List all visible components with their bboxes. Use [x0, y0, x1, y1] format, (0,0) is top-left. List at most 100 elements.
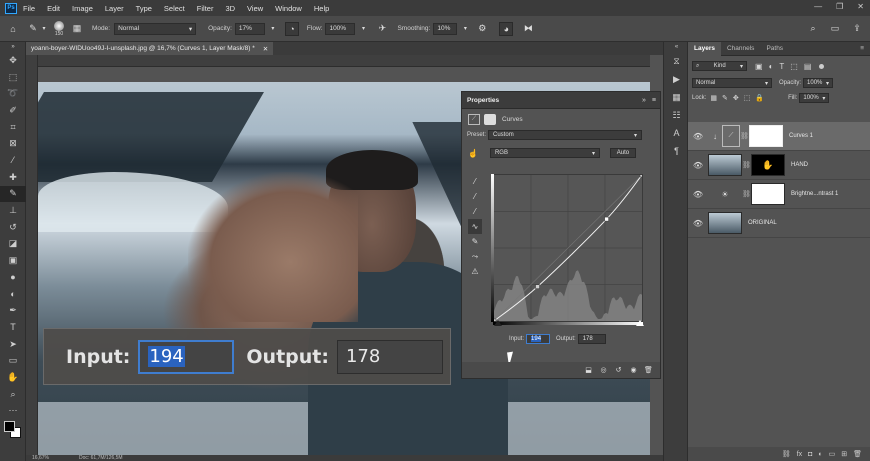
pen-tool-icon[interactable]: ✒: [0, 302, 26, 319]
lock-transparency-icon[interactable]: ▦: [710, 94, 717, 102]
marquee-tool-icon[interactable]: ⬚: [0, 69, 26, 86]
lock-position-icon[interactable]: ✥: [733, 94, 739, 102]
view-previous-state-icon[interactable]: ◎: [598, 365, 609, 376]
workspace-icon[interactable]: ▭: [828, 22, 842, 36]
adjustment-filter-icon[interactable]: ◐: [769, 62, 774, 71]
curve-point[interactable]: [535, 284, 540, 289]
gray-point-eyedropper-icon[interactable]: ⁄: [468, 189, 482, 204]
eraser-tool-icon[interactable]: ◪: [0, 236, 26, 253]
draw-curve-icon[interactable]: ✎: [468, 234, 482, 249]
add-mask-icon[interactable]: ◘: [808, 451, 812, 458]
trash-icon[interactable]: 🗑: [853, 450, 862, 458]
history-brush-tool-icon[interactable]: ↺: [0, 219, 26, 236]
edit-points-icon[interactable]: ∿: [468, 219, 482, 234]
menu-3d[interactable]: 3D: [225, 4, 235, 13]
history-icon[interactable]: ⧖: [664, 52, 689, 70]
restore-icon[interactable]: ❐: [836, 2, 843, 11]
path-selection-tool-icon[interactable]: ➤: [0, 336, 26, 353]
layer-mask-thumbnail[interactable]: [749, 125, 783, 147]
menu-filter[interactable]: Filter: [197, 4, 214, 13]
lasso-tool-icon[interactable]: ➰: [0, 85, 26, 102]
brush-settings-icon[interactable]: ▦: [70, 22, 84, 36]
auto-button[interactable]: Auto: [609, 148, 636, 158]
layer-row-hand[interactable]: 👁 ⛓ ✋ HAND: [688, 151, 870, 180]
color-swatches[interactable]: [0, 419, 26, 445]
actions-icon[interactable]: ▶: [664, 70, 689, 88]
swatches-icon[interactable]: ▦: [664, 88, 689, 106]
black-slider-icon[interactable]: [494, 320, 502, 326]
black-point-eyedropper-icon[interactable]: ⁄: [468, 174, 482, 189]
reset-icon[interactable]: ↺: [613, 365, 624, 376]
menu-type[interactable]: Type: [136, 4, 152, 13]
menu-window[interactable]: Window: [275, 4, 302, 13]
collapse-icon[interactable]: «: [664, 42, 689, 52]
link-layers-icon[interactable]: ⛓: [782, 450, 791, 458]
flow-field[interactable]: 100%: [325, 22, 356, 35]
move-tool-icon[interactable]: ✥: [0, 52, 26, 69]
type-filter-icon[interactable]: T: [779, 62, 784, 71]
pressure-opacity-icon[interactable]: ◔: [284, 21, 299, 36]
gear-icon[interactable]: ⚙: [475, 22, 489, 36]
paragraph-icon[interactable]: ¶: [664, 142, 689, 160]
smoothing-field[interactable]: 10%: [433, 22, 458, 35]
filter-toggle-icon[interactable]: [819, 63, 825, 69]
layer-row-curves[interactable]: 👁 ↓ ⟋ ⛓ Curves 1: [688, 122, 870, 151]
quick-select-tool-icon[interactable]: ✐: [0, 102, 26, 119]
mode-select[interactable]: Normal ▾: [114, 22, 197, 35]
input-field[interactable]: 194: [526, 334, 551, 344]
visibility-icon[interactable]: ◉: [628, 365, 639, 376]
mask-icon[interactable]: [484, 113, 496, 125]
panel-menu-icon[interactable]: ≡: [652, 97, 656, 104]
clip-to-layer-icon[interactable]: ⬓: [583, 365, 594, 376]
clipping-warning-icon[interactable]: ⚠: [468, 264, 482, 279]
document-tab[interactable]: yoann-boyer-WIDUoo49J-I-unsplash.jpg @ 1…: [26, 42, 274, 55]
menu-select[interactable]: Select: [164, 4, 185, 13]
chevron-down-icon[interactable]: ▾: [461, 22, 469, 36]
photoshop-logo-icon[interactable]: Ps: [5, 2, 17, 14]
frame-tool-icon[interactable]: ⊠: [0, 135, 26, 152]
white-point-eyedropper-icon[interactable]: ⁄: [468, 204, 482, 219]
close-tab-icon[interactable]: ✕: [263, 45, 268, 53]
curves-graph[interactable]: [491, 172, 645, 324]
chevron-down-icon[interactable]: ▾: [40, 22, 48, 36]
eyedropper-tool-icon[interactable]: ⁄: [0, 152, 26, 169]
callout-output-field[interactable]: 178: [336, 339, 443, 374]
preset-select[interactable]: Custom ▾: [488, 130, 643, 140]
curves-plot[interactable]: [491, 172, 645, 324]
panel-menu-icon[interactable]: ≡: [854, 42, 870, 56]
blend-mode-select[interactable]: Normal ▾: [692, 78, 772, 88]
smart-object-filter-icon[interactable]: ▤: [804, 62, 812, 71]
lock-all-icon[interactable]: 🔒: [755, 94, 764, 102]
opacity-field[interactable]: 17%: [234, 22, 265, 35]
new-group-icon[interactable]: ▭: [829, 450, 836, 458]
pixel-filter-icon[interactable]: ▣: [755, 62, 763, 71]
brush-tool-icon[interactable]: ✎: [0, 185, 26, 203]
healing-brush-tool-icon[interactable]: ✚: [0, 169, 26, 186]
symmetry-icon[interactable]: ⧓: [521, 22, 535, 36]
chevron-down-icon[interactable]: ▾: [359, 22, 367, 36]
brush-preset-picker[interactable]: 150: [54, 20, 64, 37]
curves-adjustment-icon[interactable]: ⟋: [468, 113, 480, 125]
tab-layers[interactable]: Layers: [688, 41, 721, 56]
gradient-tool-icon[interactable]: ▣: [0, 252, 26, 269]
curve-point[interactable]: [639, 172, 645, 178]
lock-pixels-icon[interactable]: ✎: [722, 94, 728, 102]
more-tools-icon[interactable]: ⋯: [0, 402, 26, 419]
search-icon[interactable]: ⌕: [806, 22, 820, 36]
brush-tool-icon[interactable]: ✎: [26, 22, 40, 36]
eye-icon[interactable]: 👁: [688, 161, 708, 170]
new-layer-icon[interactable]: ⊞: [841, 450, 847, 458]
menu-image[interactable]: Image: [72, 4, 93, 13]
smooth-curve-icon[interactable]: ⤳: [468, 249, 482, 264]
chevron-down-icon[interactable]: ▾: [269, 22, 277, 36]
tab-paths[interactable]: Paths: [760, 42, 789, 56]
menu-view[interactable]: View: [247, 4, 263, 13]
layer-opacity-field[interactable]: 100% ▾: [803, 78, 834, 88]
layer-row-brightness[interactable]: 👁 ☀ ⛓ Brightne...ntrast 1: [688, 180, 870, 209]
type-tool-icon[interactable]: T: [0, 319, 26, 336]
blur-tool-icon[interactable]: ●: [0, 269, 26, 286]
zoom-tool-icon[interactable]: ⌕: [0, 386, 26, 403]
layer-mask-thumbnail[interactable]: [751, 183, 785, 205]
fill-field[interactable]: 100% ▾: [799, 93, 830, 103]
lock-artboard-icon[interactable]: ⬚: [744, 94, 751, 102]
